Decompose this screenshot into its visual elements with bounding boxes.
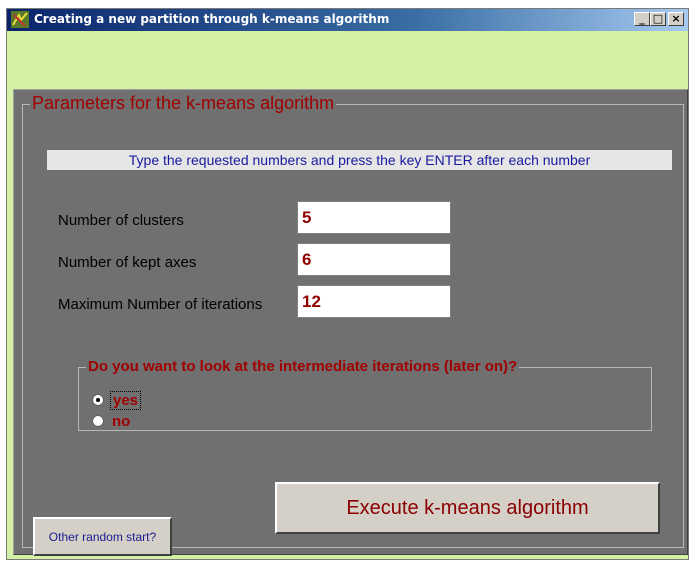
clusters-input[interactable]: [297, 201, 451, 234]
radio-yes-button[interactable]: [92, 394, 104, 406]
radio-no-button[interactable]: [92, 415, 104, 427]
radio-option-yes[interactable]: yes: [92, 390, 142, 410]
radio-yes-label[interactable]: yes: [110, 390, 142, 410]
max-iterations-input[interactable]: [297, 285, 451, 318]
app-icon: [11, 11, 29, 28]
other-random-start-button[interactable]: Other random start?: [33, 517, 172, 556]
clusters-label: Number of clusters: [58, 212, 184, 229]
iterations-option-frame: [78, 367, 652, 431]
dialog-window: Creating a new partition through k-means…: [6, 8, 689, 560]
minimize-button[interactable]: _: [634, 12, 650, 26]
window-title: Creating a new partition through k-means…: [34, 12, 390, 26]
close-button[interactable]: ×: [668, 12, 684, 26]
maximize-button[interactable]: □: [650, 12, 666, 26]
title-bar[interactable]: Creating a new partition through k-means…: [7, 9, 688, 31]
max-iterations-label: Maximum Number of iterations: [58, 296, 263, 313]
kept-axes-label: Number of kept axes: [58, 254, 197, 271]
instruction-banner: Type the requested numbers and press the…: [47, 150, 672, 170]
main-panel: Parameters for the k-means algorithm Typ…: [13, 89, 688, 556]
radio-option-no[interactable]: no: [92, 413, 132, 430]
parameters-group-title: Parameters for the k-means algorithm: [30, 93, 337, 114]
execute-kmeans-button[interactable]: Execute k-means algorithm: [275, 482, 660, 534]
iterations-question: Do you want to look at the intermediate …: [86, 358, 520, 375]
radio-no-label[interactable]: no: [110, 413, 132, 430]
kept-axes-input[interactable]: [297, 243, 451, 276]
